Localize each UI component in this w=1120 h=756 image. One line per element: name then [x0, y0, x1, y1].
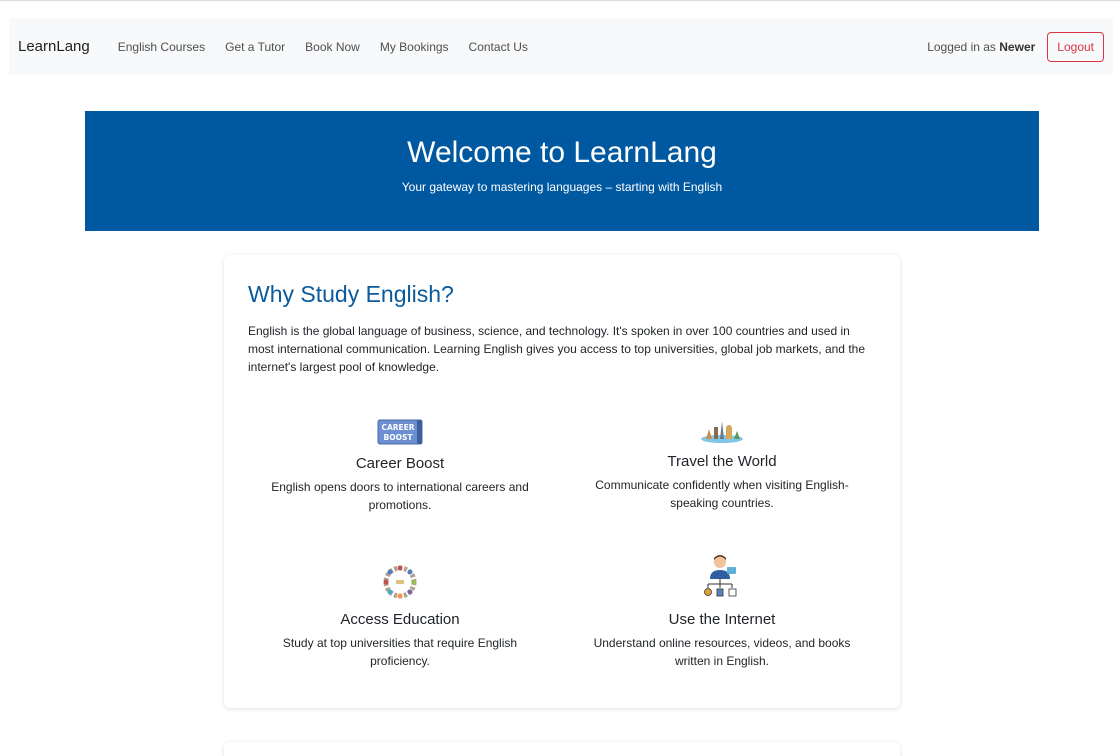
- nav-link-book-now[interactable]: Book Now: [295, 40, 370, 54]
- hero-banner: Welcome to LearnLang Your gateway to mas…: [85, 111, 1039, 231]
- world-landmarks-icon: [570, 413, 874, 443]
- logged-in-username: Newer: [999, 39, 1036, 54]
- next-section-card: [224, 742, 900, 756]
- nav-link-english-courses[interactable]: English Courses: [108, 40, 215, 54]
- hero-subtitle: Your gateway to mastering languages – st…: [401, 180, 723, 194]
- feature-title: Use the Internet: [668, 611, 776, 628]
- person-network-icon: [570, 553, 874, 601]
- career-boost-badge-icon: CAREER BOOST: [248, 415, 552, 445]
- logged-in-status: Logged in as Newer: [927, 40, 1035, 54]
- logout-button[interactable]: Logout: [1047, 31, 1104, 62]
- feature-title: Access Education: [340, 611, 460, 628]
- feature-text: Understand online resources, videos, and…: [593, 636, 851, 668]
- navbar: LearnLang English Courses Get a Tutor Bo…: [9, 18, 1113, 75]
- why-study-card: Why Study English? English is the global…: [224, 255, 900, 708]
- why-study-intro: English is the global language of busine…: [248, 324, 865, 374]
- logged-in-prefix: Logged in as: [927, 39, 996, 54]
- feature-text: Study at top universities that require E…: [282, 636, 518, 668]
- feature-title: Travel the World: [667, 453, 777, 470]
- feature-travel-the-world: Travel the World Communicate confidently…: [570, 413, 874, 512]
- feature-text: Communicate confidently when visiting En…: [595, 478, 849, 510]
- feature-use-the-internet: Use the Internet Understand online resou…: [570, 553, 874, 670]
- browser-top-border: [0, 0, 1120, 3]
- why-study-title: Why Study English?: [248, 281, 454, 307]
- feature-access-education: Access Education Study at top universiti…: [248, 561, 552, 670]
- people-circle-icon: [248, 561, 552, 601]
- feature-text: English opens doors to international car…: [271, 480, 529, 512]
- career-badge-word-1: CAREER: [381, 423, 414, 432]
- nav-user-area: Logged in as Newer Logout: [927, 31, 1104, 62]
- nav-link-my-bookings[interactable]: My Bookings: [370, 40, 459, 54]
- feature-title: Career Boost: [355, 455, 445, 472]
- nav-links: English Courses Get a Tutor Book Now My …: [108, 40, 538, 54]
- brand-logo-text[interactable]: LearnLang: [18, 38, 90, 55]
- feature-career-boost: CAREER BOOST Career Boost English opens …: [248, 415, 552, 514]
- hero-title: Welcome to LearnLang: [407, 136, 717, 169]
- nav-link-get-a-tutor[interactable]: Get a Tutor: [215, 40, 295, 54]
- nav-link-contact-us[interactable]: Contact Us: [459, 40, 538, 54]
- career-badge-word-2: BOOST: [384, 433, 414, 442]
